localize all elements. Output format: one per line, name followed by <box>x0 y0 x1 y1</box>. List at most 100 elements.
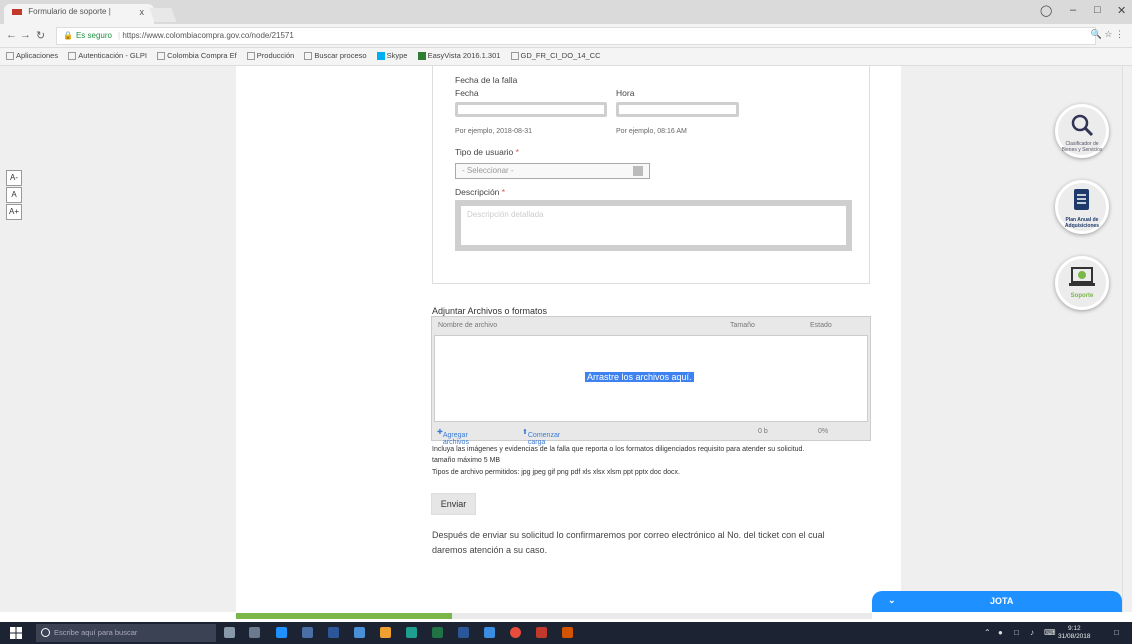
annual-plan-caption: Plan Anual de Adquisiciones <box>1064 217 1100 229</box>
support-button[interactable]: Soporte <box>1055 256 1109 310</box>
bookmark-item[interactable]: Aplicaciones <box>6 51 58 61</box>
tab-close-icon[interactable]: x <box>140 7 145 17</box>
bookmark-item[interactable]: Autenticación - GLPI <box>68 51 147 61</box>
url-text: https://www.colombiacompra.gov.co/node/2… <box>122 31 294 40</box>
user-type-label: Tipo de usuario * <box>455 147 519 157</box>
bookmark-item[interactable]: GD_FR_CI_DO_14_CC <box>510 51 601 61</box>
font-normal-button[interactable]: A <box>6 187 22 203</box>
page-scrollbar[interactable] <box>1122 66 1132 612</box>
allowed-types-note: Tipos de archivo permitidos: jpg jpeg gi… <box>432 469 680 476</box>
excel-icon[interactable] <box>432 627 443 638</box>
minimize-icon[interactable]: – <box>1070 4 1076 16</box>
annual-plan-button[interactable]: Plan Anual de Adquisiciones <box>1055 180 1109 234</box>
support-caption: Soporte <box>1070 293 1094 299</box>
failure-date-title: Fecha de la falla <box>455 75 518 85</box>
pdf-icon[interactable] <box>536 627 547 638</box>
bookmark-star-icon[interactable]: 🔍 ☆ ⋮ <box>1091 29 1124 40</box>
date-label: Fecha <box>455 88 479 98</box>
bookmark-item[interactable]: Colombia Compra Ef <box>157 51 237 61</box>
file-table-header: Nombre de archivo Tamaño Estado <box>432 317 870 335</box>
app-icon[interactable] <box>484 627 495 638</box>
date-input[interactable] <box>455 102 607 117</box>
footer-green-bar <box>236 613 452 619</box>
magnifier-icon <box>1071 114 1094 137</box>
new-tab-button[interactable] <box>149 8 177 22</box>
word-icon[interactable] <box>458 627 469 638</box>
site-favicon-icon <box>12 8 22 15</box>
network-icon[interactable]: ● <box>998 628 1003 637</box>
file-table-footer: ✚ Agregar archivos ⬆ Comenzar carga 0 b … <box>432 424 870 446</box>
file-upload-widget: Nombre de archivo Tamaño Estado Arrastre… <box>431 316 871 446</box>
page-icon <box>157 52 166 61</box>
bookmark-item[interactable]: Producción <box>246 51 294 61</box>
footer-bar <box>452 613 872 619</box>
close-window-icon[interactable]: ✕ <box>1117 4 1126 17</box>
chrome-icon[interactable] <box>510 627 521 638</box>
browser-titlebar: Formulario de soporte | x ◯ – □ ✕ <box>0 0 1132 24</box>
document-icon <box>1074 189 1089 210</box>
send-button[interactable]: Enviar <box>431 493 476 515</box>
skype-icon <box>376 52 385 61</box>
col-file-name: Nombre de archivo <box>438 322 498 329</box>
store-icon[interactable] <box>328 627 339 638</box>
add-files-button[interactable]: ✚ Agregar archivos <box>437 428 469 446</box>
font-size-controls: A- A A+ <box>6 170 22 221</box>
reload-icon[interactable]: ↻ <box>36 29 45 42</box>
bookmark-item[interactable]: Buscar proceso <box>304 51 367 61</box>
page-icon <box>510 52 519 61</box>
bookmark-item[interactable]: EasyVista 2016.1.301 <box>417 51 500 61</box>
volume-icon[interactable]: ♪ <box>1030 628 1034 637</box>
confirmation-text: Después de enviar su solicitud lo confir… <box>432 530 825 555</box>
time-hint: Por ejemplo, 08:16 AM <box>616 128 687 135</box>
description-placeholder: Descripción detallada <box>467 210 544 219</box>
chevron-down-icon[interactable]: ⌄ <box>888 595 896 606</box>
file-drop-zone[interactable]: Arrastre los archivos aquí. <box>434 335 868 422</box>
forward-icon[interactable]: → <box>20 29 31 41</box>
wifi-icon[interactable]: □ <box>1014 628 1019 637</box>
chat-widget[interactable]: ⌄ JOTA <box>872 591 1122 612</box>
description-textarea[interactable]: Descripción detallada <box>455 200 852 251</box>
font-increase-button[interactable]: A+ <box>6 204 22 220</box>
task-view-icon[interactable] <box>249 627 260 638</box>
tray-chevron-icon[interactable]: ⌃ <box>984 628 991 637</box>
time-input[interactable] <box>616 102 739 117</box>
app-icon[interactable] <box>562 627 573 638</box>
classifier-caption: Clasificador de Bienes y Servicios <box>1061 141 1103 153</box>
app-icon[interactable] <box>380 627 391 638</box>
microphone-icon[interactable] <box>224 627 235 638</box>
page-icon <box>68 52 77 61</box>
file-explorer-icon[interactable] <box>302 627 313 638</box>
laptop-icon <box>1069 267 1095 286</box>
drop-hint: Arrastre los archivos aquí. <box>585 372 694 382</box>
lock-icon: 🔒 <box>63 31 73 40</box>
description-label: Descripción * <box>455 187 506 197</box>
start-upload-button[interactable]: ⬆ Comenzar carga <box>522 428 560 446</box>
taskbar-clock[interactable]: 9:12 31/08/2018 <box>1058 625 1091 641</box>
classifier-button[interactable]: Clasificador de Bienes y Servicios <box>1055 104 1109 158</box>
browser-tab[interactable]: Formulario de soporte | x <box>4 4 154 24</box>
outlook-icon[interactable] <box>354 627 365 638</box>
time-label: Hora <box>616 88 635 98</box>
date-hint: Por ejemplo, 2018-08-31 <box>455 128 533 135</box>
user-type-select[interactable]: - Seleccionar - <box>455 163 650 179</box>
skype-icon[interactable] <box>406 627 417 638</box>
edge-icon[interactable] <box>276 627 287 638</box>
windows-taskbar: Escribe aquí para buscar ⌃ ● □ ♪ ⌨ 9:12 … <box>0 622 1132 644</box>
windows-start-icon[interactable] <box>10 627 22 639</box>
maximize-icon[interactable]: □ <box>1094 4 1101 16</box>
page-icon <box>246 52 255 61</box>
bookmark-item[interactable]: Skype <box>376 51 407 61</box>
taskbar-search-input[interactable]: Escribe aquí para buscar <box>36 624 216 642</box>
profile-icon[interactable]: ◯ <box>1040 4 1052 17</box>
total-size: 0 b <box>758 428 768 435</box>
col-size: Tamaño <box>730 322 755 329</box>
notifications-icon[interactable]: □ <box>1114 628 1119 637</box>
secure-label: Es seguro <box>75 31 112 40</box>
url-input[interactable]: 🔒 Es seguro | https://www.colombiacompra.g… <box>56 27 1096 45</box>
font-decrease-button[interactable]: A- <box>6 170 22 186</box>
bookmarks-bar: Aplicaciones Autenticación - GLPI Colomb… <box>0 48 1132 66</box>
attachment-note: Incluya las imágenes y evidencias de la … <box>432 446 805 453</box>
back-icon[interactable]: ← <box>6 29 17 41</box>
keyboard-icon[interactable]: ⌨ <box>1044 628 1056 637</box>
clock-time: 9:12 <box>1067 625 1081 632</box>
